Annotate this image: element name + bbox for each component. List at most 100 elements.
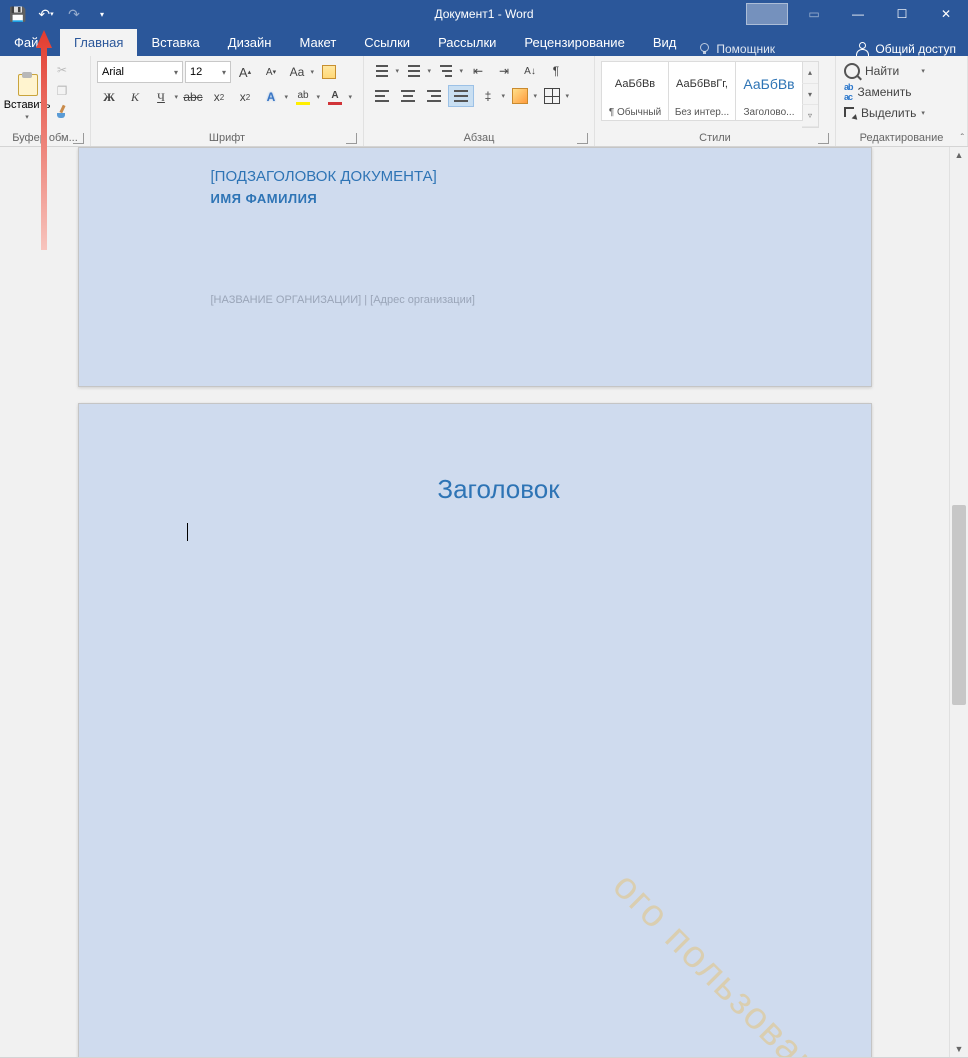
qat-customize-icon[interactable]: ▾	[90, 2, 114, 26]
undo-icon[interactable]: ↶▾	[34, 2, 58, 26]
shading-button[interactable]	[508, 86, 538, 106]
font-size-combo[interactable]: 12▾	[185, 61, 231, 83]
save-icon[interactable]: 💾	[6, 2, 30, 26]
subscript-button[interactable]: x2	[207, 87, 231, 107]
tab-mailings[interactable]: Рассылки	[424, 29, 510, 56]
change-case-button[interactable]: Aa	[285, 62, 315, 82]
close-icon[interactable]: ✕	[924, 0, 968, 28]
superscript-button[interactable]: x2	[233, 87, 257, 107]
tab-references[interactable]: Ссылки	[350, 29, 424, 56]
select-icon	[844, 107, 856, 119]
sort-icon[interactable]: A↓	[518, 61, 542, 81]
tell-me[interactable]: Помощник	[690, 42, 783, 56]
person-icon	[855, 42, 869, 56]
scroll-thumb[interactable]	[952, 505, 966, 705]
ribbon-options-icon[interactable]: ▭	[792, 0, 836, 28]
tab-view[interactable]: Вид	[639, 29, 691, 56]
styles-dialog-icon[interactable]	[818, 133, 829, 144]
replace-icon: abac	[844, 82, 853, 102]
font-dialog-icon[interactable]	[346, 133, 357, 144]
maximize-icon[interactable]: ☐	[880, 0, 924, 28]
tab-home[interactable]: Главная	[60, 29, 137, 56]
account-placeholder	[746, 3, 788, 25]
multilevel-button[interactable]	[434, 61, 464, 81]
title-bar: 💾 ↶▾ ↷ ▾ Документ1 - Word ▭ — ☐ ✕	[0, 0, 968, 28]
bullets-button[interactable]	[370, 61, 400, 81]
highlight-button[interactable]: ab	[291, 87, 321, 107]
paste-icon	[12, 71, 42, 97]
grow-font-icon[interactable]: A▴	[233, 62, 257, 82]
ribbon: Вставить ▾ ✂ ❐ Буфер обм... Arial▾ 12▾ A…	[0, 56, 968, 147]
doc-author[interactable]: ИМЯ ФАМИЛИЯ	[211, 191, 811, 206]
group-clipboard: Вставить ▾ ✂ ❐ Буфер обм...	[0, 56, 91, 146]
multilevel-icon	[440, 65, 452, 77]
align-center-icon[interactable]	[396, 86, 420, 106]
clipboard-dialog-icon[interactable]	[73, 133, 84, 144]
effects-icon: A	[263, 90, 279, 104]
watermark-text: ого пользования	[604, 865, 861, 1057]
doc-org[interactable]: [НАЗВАНИЕ ОРГАНИЗАЦИИ] | [Адрес организа…	[211, 294, 811, 306]
redo-icon[interactable]: ↷	[62, 2, 86, 26]
group-editing: Найти▾ abacЗаменить Выделить▾ Редактиров…	[836, 56, 968, 146]
italic-button[interactable]: К	[123, 87, 147, 107]
share-button[interactable]: Общий доступ	[849, 42, 968, 56]
tab-review[interactable]: Рецензирование	[510, 29, 638, 56]
minimize-icon[interactable]: —	[836, 0, 880, 28]
find-button[interactable]: Найти▾	[840, 61, 929, 81]
border-icon	[544, 88, 560, 104]
select-button[interactable]: Выделить▾	[840, 103, 929, 123]
text-effects-button[interactable]: A	[259, 87, 289, 107]
scroll-up-icon[interactable]: ▲	[950, 147, 968, 163]
align-right-icon[interactable]	[422, 86, 446, 106]
indent-decrease-icon[interactable]: ⇤	[466, 61, 490, 81]
font-name-combo[interactable]: Arial▾	[97, 61, 183, 83]
paste-button[interactable]: Вставить ▾	[4, 59, 50, 130]
page-1[interactable]: [ПОДЗАГОЛОВОК ДОКУМЕНТА] ИМЯ ФАМИЛИЯ [НА…	[78, 147, 872, 387]
doc-heading[interactable]: Заголовок	[187, 474, 811, 505]
align-left-icon[interactable]	[370, 86, 394, 106]
bullets-icon	[376, 65, 388, 77]
para-dialog-icon[interactable]	[577, 133, 588, 144]
tab-insert[interactable]: Вставка	[137, 29, 213, 56]
line-spacing-button[interactable]: ‡	[476, 86, 506, 106]
styles-expand[interactable]: ▴▾▿	[802, 61, 819, 128]
shrink-font-icon[interactable]: A▾	[259, 62, 283, 82]
borders-button[interactable]	[540, 86, 570, 106]
document-area[interactable]: [ПОДЗАГОЛОВОК ДОКУМЕНТА] ИМЯ ФАМИЛИЯ [НА…	[0, 147, 949, 1057]
bold-button[interactable]: Ж	[97, 87, 121, 107]
ribbon-tabs: Файл Главная Вставка Дизайн Макет Ссылки…	[0, 28, 968, 56]
font-color-button[interactable]: A	[323, 87, 353, 107]
workspace: [ПОДЗАГОЛОВОК ДОКУМЕНТА] ИМЯ ФАМИЛИЯ [НА…	[0, 147, 968, 1057]
indent-increase-icon[interactable]: ⇥	[492, 61, 516, 81]
page-2[interactable]: Заголовок ого пользования	[78, 403, 872, 1057]
collapse-ribbon-icon[interactable]: ˆ	[961, 133, 964, 144]
numbering-icon	[408, 65, 420, 77]
scroll-down-icon[interactable]: ▼	[950, 1041, 968, 1057]
shading-icon	[512, 88, 528, 104]
style-normal[interactable]: АаБбВв ¶ Обычный	[601, 61, 669, 121]
font-color-icon: A	[328, 90, 342, 105]
doc-subtitle[interactable]: [ПОДЗАГОЛОВОК ДОКУМЕНТА]	[211, 168, 811, 185]
tab-file[interactable]: Файл	[0, 29, 60, 56]
cut-icon[interactable]: ✂	[52, 61, 72, 79]
bulb-icon	[698, 43, 710, 55]
group-styles: АаБбВв ¶ Обычный АаБбВвГг, Без интер... …	[595, 56, 836, 146]
group-font: Arial▾ 12▾ A▴ A▾ Aa Ж К Ч abc x2 x2 A ab…	[91, 56, 364, 146]
tab-design[interactable]: Дизайн	[214, 29, 286, 56]
vertical-scrollbar[interactable]: ▲ ▼	[949, 147, 968, 1057]
replace-button[interactable]: abacЗаменить	[840, 82, 929, 102]
show-marks-icon[interactable]: ¶	[544, 61, 568, 81]
underline-button[interactable]: Ч	[149, 87, 179, 107]
format-painter-icon[interactable]	[52, 103, 72, 121]
find-icon	[844, 63, 860, 79]
numbering-button[interactable]	[402, 61, 432, 81]
tab-layout[interactable]: Макет	[285, 29, 350, 56]
style-no-spacing[interactable]: АаБбВвГг, Без интер...	[668, 61, 736, 121]
style-heading[interactable]: АаБбВв Заголово...	[735, 61, 803, 121]
copy-icon[interactable]: ❐	[52, 82, 72, 100]
text-cursor	[187, 523, 188, 541]
clear-format-icon[interactable]	[317, 62, 341, 82]
align-justify-icon[interactable]	[448, 85, 474, 107]
strike-button[interactable]: abc	[181, 87, 205, 107]
highlight-icon: ab	[296, 90, 310, 105]
